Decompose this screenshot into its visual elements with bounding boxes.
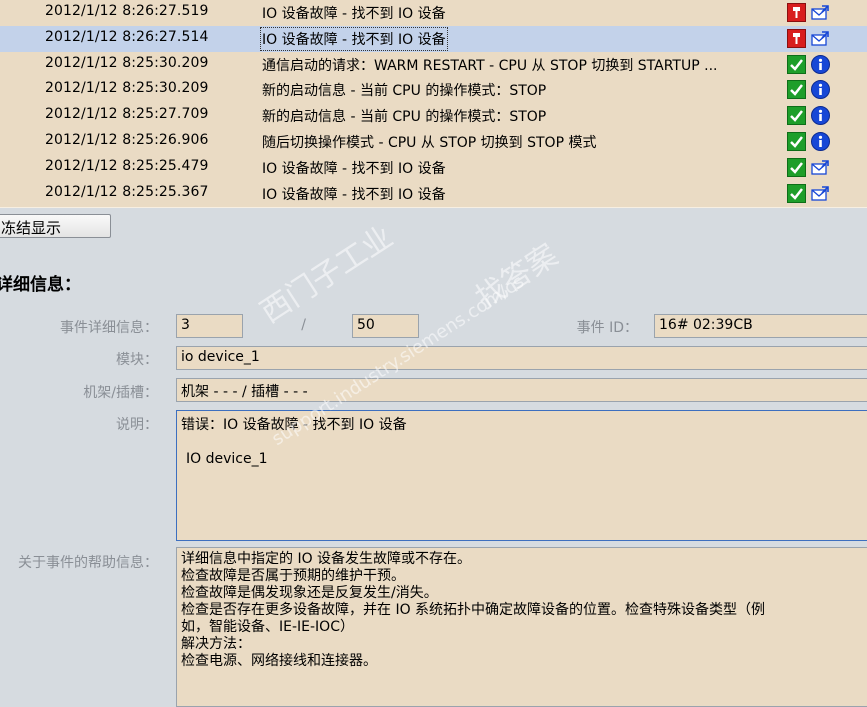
check-icon xyxy=(787,106,806,126)
watermark-find: 找答案 xyxy=(469,237,565,317)
event-message: IO 设备故障 - 找不到 IO 设备 xyxy=(262,6,446,22)
help-line: 检查故障是否属于预期的维护干预。 xyxy=(181,568,405,584)
info-icon[interactable] xyxy=(811,106,830,126)
description-field[interactable]: 错误：IO 设备故障 - 找不到 IO 设备 IO device_1 xyxy=(176,410,867,541)
check-icon xyxy=(787,157,806,177)
mail-icon[interactable] xyxy=(811,3,830,22)
check-icon xyxy=(787,54,806,74)
mail-icon[interactable] xyxy=(811,158,830,177)
help-text-field[interactable]: 详细信息中指定的 IO 设备发生故障或不存在。 检查故障是否属于预期的维护干预。… xyxy=(176,547,867,707)
rack-slot-label: 机架/插槽： xyxy=(83,385,158,401)
check-icon xyxy=(787,132,806,151)
event-timestamp: 2012/1/12 8:26:27.514 xyxy=(45,28,209,45)
description-line-2: IO device_1 xyxy=(186,451,268,467)
event-message: 新的启动信息 - 当前 CPU 的操作模式：STOP xyxy=(262,83,547,100)
event-row[interactable]: 2012/1/12 8:25:30.209 新的启动信息 - 当前 CPU 的操作… xyxy=(0,77,867,105)
event-row[interactable]: 2012/1/12 8:25:25.479 IO 设备故障 - 找不到 IO 设备 xyxy=(0,154,867,182)
help-label: 关于事件的帮助信息： xyxy=(18,555,158,571)
event-row[interactable]: 2012/1/12 8:25:25.367 IO 设备故障 - 找不到 IO 设备 xyxy=(0,180,867,208)
event-index-field: 3 xyxy=(176,314,243,338)
event-list: 2012/1/12 8:26:27.519 IO 设备故障 - 找不到 IO 设备… xyxy=(0,0,867,208)
module-field: io device_1 xyxy=(176,346,867,370)
event-message: IO 设备故障 - 找不到 IO 设备 xyxy=(262,186,446,203)
info-icon[interactable] xyxy=(811,54,830,74)
help-line: 解决方法： xyxy=(181,636,251,652)
help-line: 检查电源、网络接线和连接器。 xyxy=(181,653,377,669)
details-title: 详细信息： xyxy=(0,275,81,295)
event-timestamp: 2012/1/12 8:26:27.519 xyxy=(45,3,209,19)
help-line: 如，智能设备、IE-IE-IOC） xyxy=(181,619,354,635)
event-row[interactable]: 2012/1/12 8:25:30.209 通信启动的请求：WARM RESTAR… xyxy=(0,51,867,79)
list-right-edge xyxy=(836,0,867,207)
freeze-display-label: 冻结显示 xyxy=(1,219,62,237)
event-row[interactable]: 2012/1/12 8:25:26.906 随后切换操作模式 - CPU 从 ST… xyxy=(0,129,867,156)
event-total-field: 50 xyxy=(352,314,419,338)
event-timestamp: 2012/1/12 8:25:25.479 xyxy=(45,157,209,174)
help-line: 详细信息中指定的 IO 设备发生故障或不存在。 xyxy=(181,551,472,567)
event-separator: / xyxy=(301,317,306,333)
event-timestamp: 2012/1/12 8:25:25.367 xyxy=(45,183,209,200)
info-icon[interactable] xyxy=(811,80,830,100)
mail-icon[interactable] xyxy=(811,184,830,203)
event-row[interactable]: 2012/1/12 8:26:27.519 IO 设备故障 - 找不到 IO 设备 xyxy=(0,0,867,27)
event-message: 通信启动的请求：WARM RESTART - CPU 从 STOP 切换到 ST… xyxy=(262,57,718,74)
help-line: 检查故障是偶发现象还是反复发生/消失。 xyxy=(181,585,438,601)
event-timestamp: 2012/1/12 8:25:26.906 xyxy=(45,132,209,148)
wrench-icon xyxy=(787,3,806,22)
event-message: 随后切换操作模式 - CPU 从 STOP 切换到 STOP 模式 xyxy=(262,135,597,151)
description-line-1: 错误：IO 设备故障 - 找不到 IO 设备 xyxy=(181,417,407,433)
event-row[interactable]: 2012/1/12 8:26:27.514 IO 设备故障 - 找不到 IO 设备 xyxy=(0,25,867,53)
rack-slot-field: 机架 - - - / 插槽 - - - xyxy=(176,378,867,402)
mail-icon[interactable] xyxy=(811,29,830,48)
event-message: 新的启动信息 - 当前 CPU 的操作模式：STOP xyxy=(262,109,547,126)
description-label: 说明： xyxy=(116,417,158,433)
event-message: IO 设备故障 - 找不到 IO 设备 xyxy=(262,160,446,177)
event-message: IO 设备故障 - 找不到 IO 设备 xyxy=(260,26,448,51)
event-timestamp: 2012/1/12 8:25:27.709 xyxy=(45,106,209,123)
event-timestamp: 2012/1/12 8:25:30.209 xyxy=(45,54,209,71)
wrench-icon xyxy=(787,28,806,48)
event-row[interactable]: 2012/1/12 8:25:27.709 新的启动信息 - 当前 CPU 的操作… xyxy=(0,103,867,131)
event-id-field: 16# 02:39CB xyxy=(654,314,867,338)
help-line: 检查是否存在更多设备故障，并在 IO 系统拓扑中确定故障设备的位置。检查特殊设备… xyxy=(181,602,766,618)
check-icon xyxy=(787,80,806,100)
info-icon[interactable] xyxy=(811,132,830,151)
event-id-label: 事件 ID： xyxy=(576,320,638,336)
module-label: 模块： xyxy=(116,352,158,368)
event-timestamp: 2012/1/12 8:25:30.209 xyxy=(45,80,209,97)
event-detail-label: 事件详细信息： xyxy=(60,320,158,336)
freeze-display-button[interactable]: 冻结显示 xyxy=(0,214,111,238)
check-icon xyxy=(787,183,806,203)
